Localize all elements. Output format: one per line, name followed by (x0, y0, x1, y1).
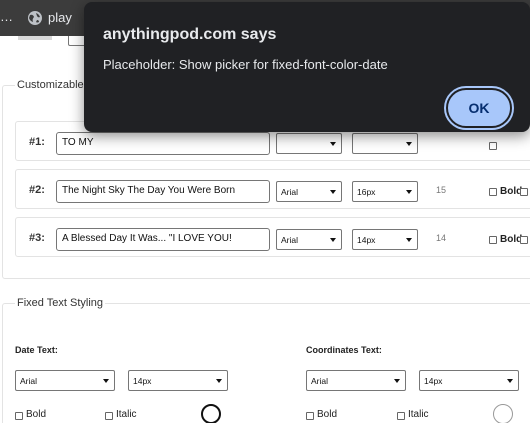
ok-button[interactable]: OK (444, 86, 514, 130)
chevron-down-icon (330, 142, 336, 146)
date-italic-label: Italic (116, 409, 137, 420)
coordinates-text-label: Coordinates Text: (306, 345, 382, 355)
line-number: #1: (29, 136, 45, 148)
tab-title[interactable]: play (48, 10, 72, 25)
chevron-down-icon (103, 379, 109, 383)
fixed-text-styling-section: Fixed Text Styling (2, 297, 530, 423)
dialog-title: anythingpod.com says (103, 26, 277, 43)
font-select-3[interactable]: Arial (276, 229, 342, 250)
coords-color-picker[interactable] (493, 404, 513, 423)
bold-checkbox-2[interactable] (489, 188, 497, 196)
font-select-1[interactable] (276, 133, 342, 154)
date-font-select[interactable]: Arial (15, 370, 115, 391)
size-select-3[interactable]: 14px (352, 229, 418, 250)
bold-label: Bold (500, 234, 523, 245)
italic-checkbox-2[interactable] (520, 188, 528, 196)
bold-checkbox-3[interactable] (489, 236, 497, 244)
line-text-input-3[interactable]: A Blessed Day It Was... "I LOVE YOU! (56, 228, 270, 251)
chevron-down-icon (406, 190, 412, 194)
fixed-legend: Fixed Text Styling (17, 297, 104, 309)
chevron-down-icon (394, 379, 400, 383)
char-count: 14 (436, 233, 447, 243)
coords-italic-checkbox[interactable] (397, 412, 405, 420)
customizable-legend: Customizable (17, 79, 84, 91)
italic-checkbox-3[interactable] (520, 236, 528, 244)
line-text-input-1[interactable]: TO MY (56, 132, 270, 155)
date-size-select[interactable]: 14px (128, 370, 228, 391)
globe-icon (28, 11, 42, 25)
coords-bold-checkbox[interactable] (306, 412, 314, 420)
chevron-down-icon (216, 379, 222, 383)
chevron-down-icon (507, 379, 513, 383)
coords-font-select[interactable]: Arial (306, 370, 406, 391)
chevron-down-icon (330, 238, 336, 242)
coords-size-select[interactable]: 14px (419, 370, 519, 391)
dialog-message: Placeholder: Show picker for fixed-font-… (103, 57, 388, 72)
text-line-row-3: #3: A Blessed Day It Was... "I LOVE YOU!… (15, 217, 530, 257)
bold-checkbox-1[interactable] (489, 142, 497, 150)
line-number: #3: (29, 232, 45, 244)
chevron-down-icon (330, 190, 336, 194)
coords-bold-label: Bold (317, 409, 338, 420)
alert-dialog: anythingpod.com says Placeholder: Show p… (84, 2, 530, 132)
chevron-down-icon (406, 142, 412, 146)
text-line-row-2: #2: The Night Sky The Day You Were Born … (15, 169, 530, 209)
line-number: #2: (29, 184, 45, 196)
font-select-2[interactable]: Arial (276, 181, 342, 202)
char-count: 15 (436, 185, 447, 195)
cut-off-label (18, 36, 52, 40)
date-italic-checkbox[interactable] (105, 412, 113, 420)
chevron-down-icon (406, 238, 412, 242)
bold-label: Bold (500, 186, 523, 197)
coords-italic-label: Italic (408, 409, 429, 420)
date-bold-label: Bold (26, 409, 47, 420)
size-select-2[interactable]: 16px (352, 181, 418, 202)
tab-overflow-ellipsis[interactable]: … (0, 9, 13, 24)
date-text-label: Date Text: (15, 345, 58, 355)
line-text-input-2[interactable]: The Night Sky The Day You Were Born (56, 180, 270, 203)
date-bold-checkbox[interactable] (15, 412, 23, 420)
date-color-picker[interactable] (201, 404, 221, 423)
size-select-1[interactable] (352, 133, 418, 154)
